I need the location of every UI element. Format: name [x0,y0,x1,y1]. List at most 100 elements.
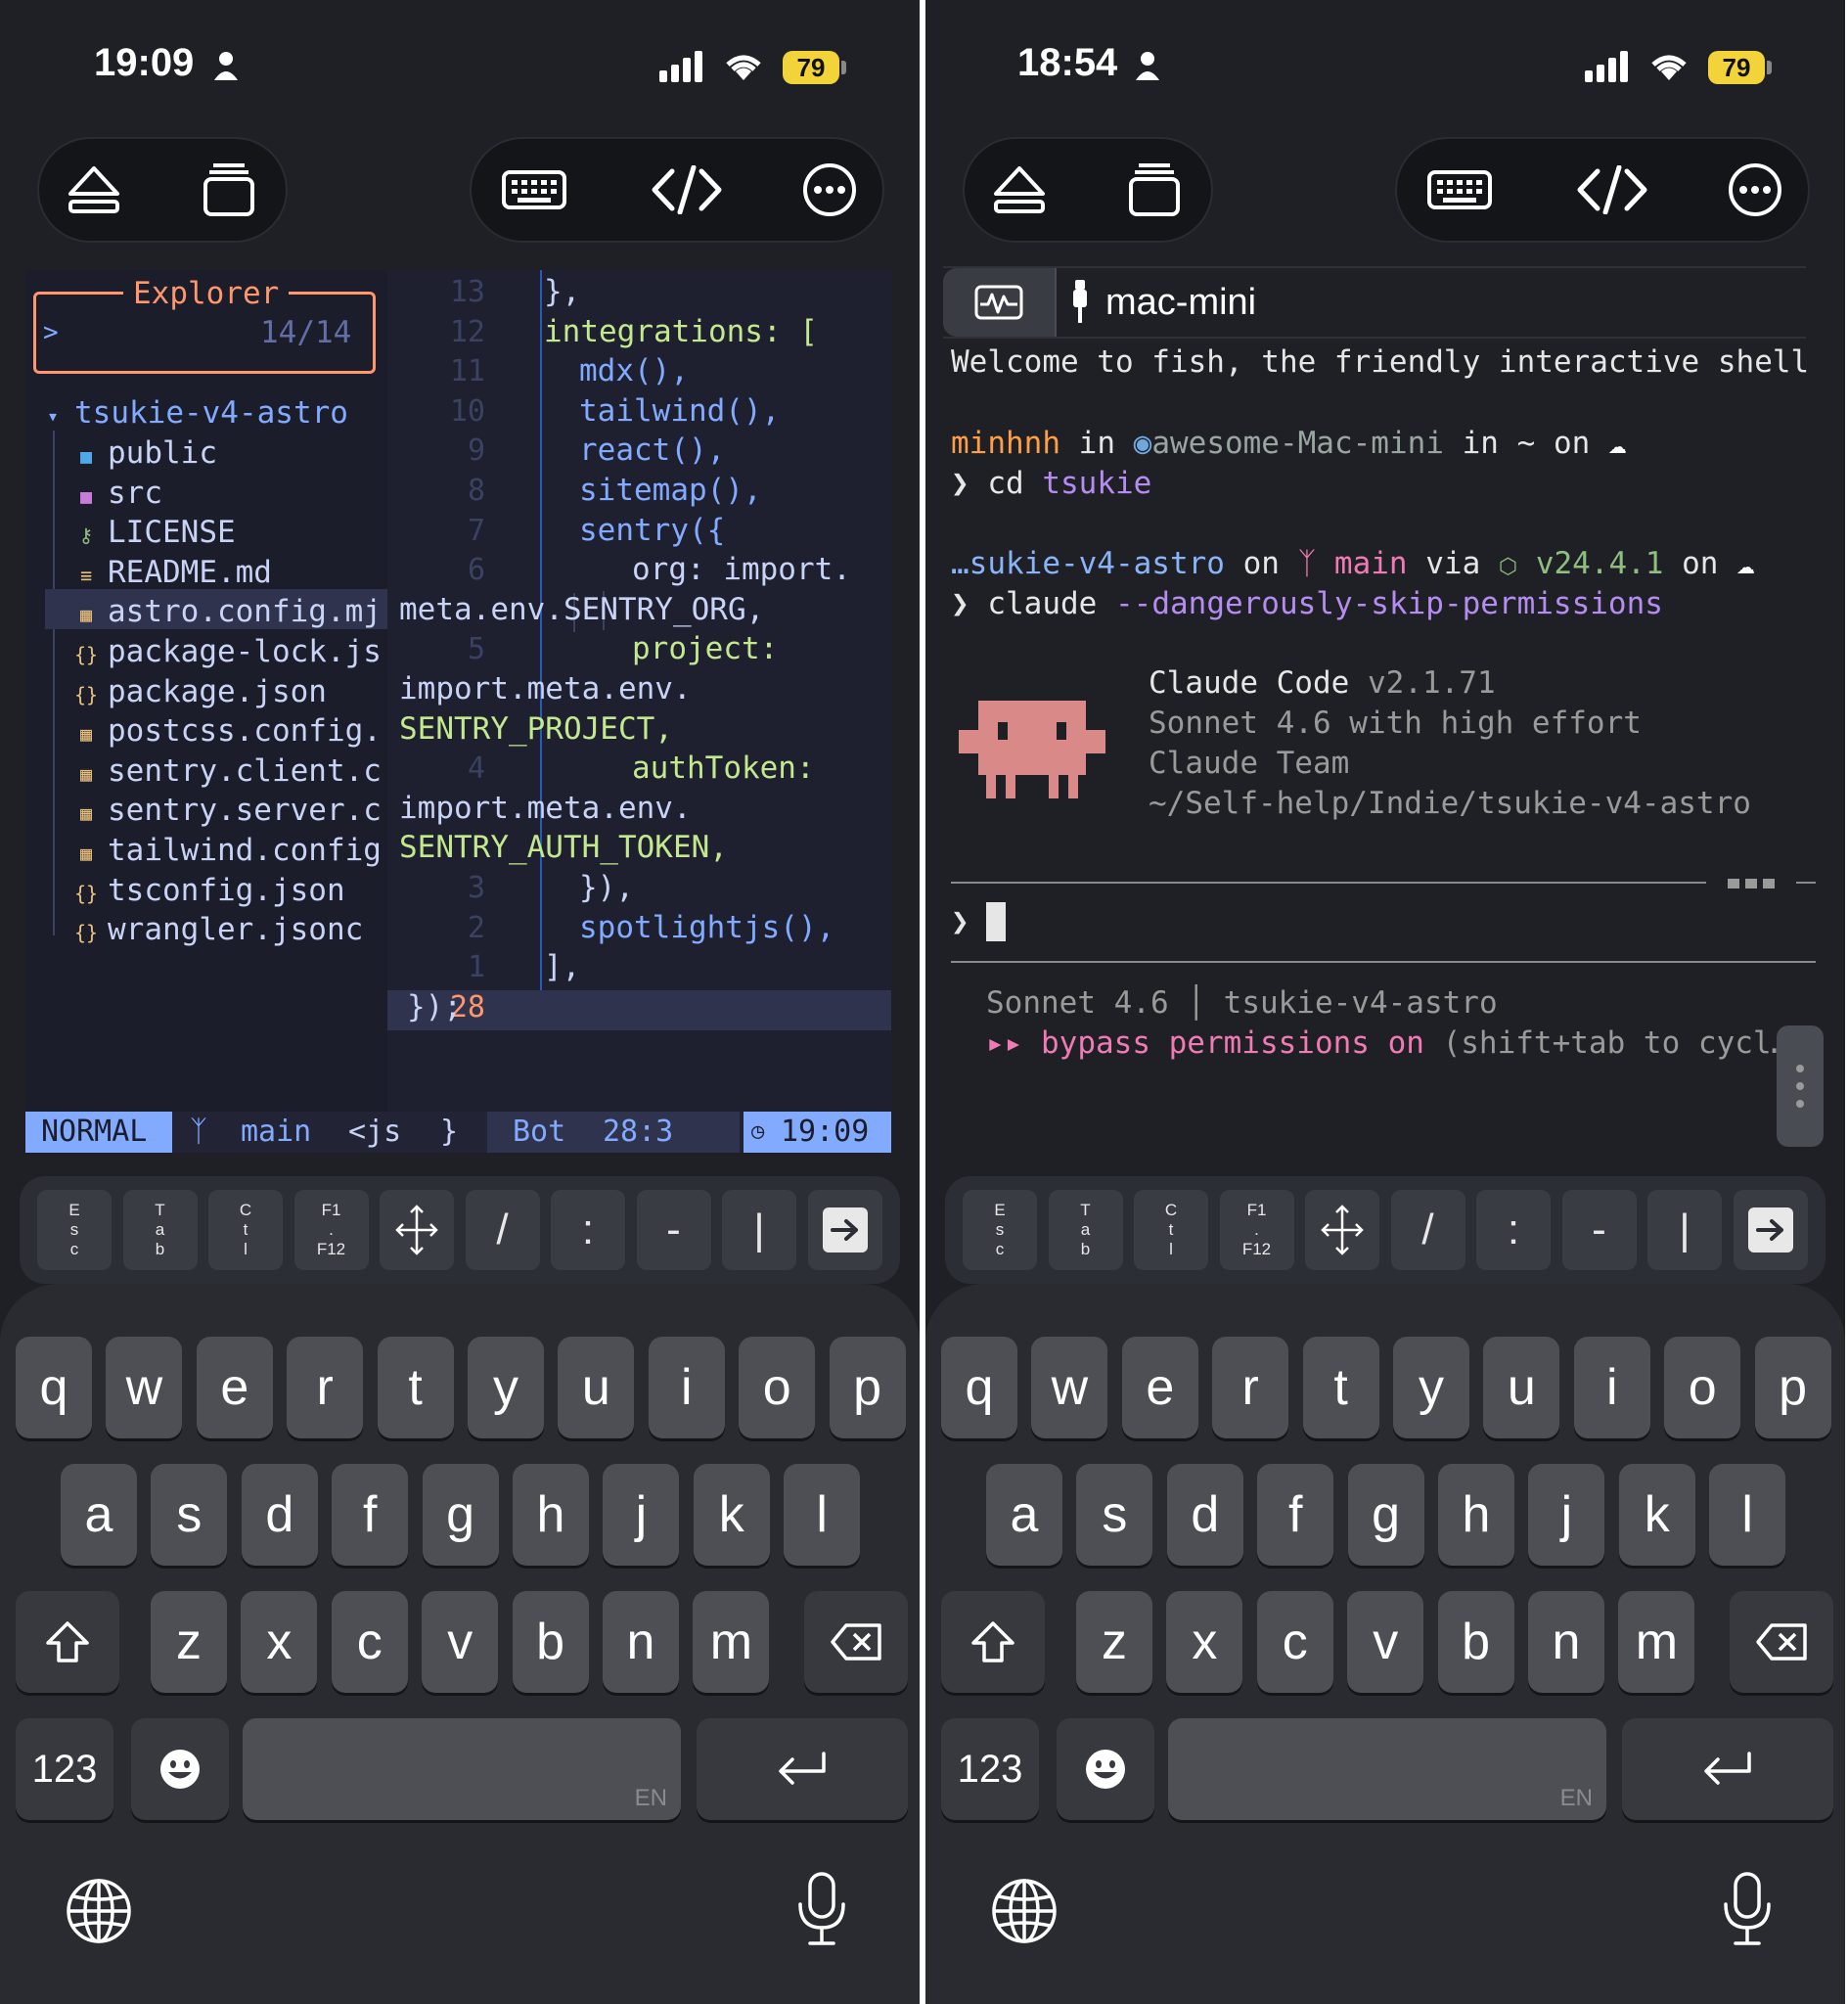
key-k[interactable]: k [1618,1464,1695,1566]
tree-item[interactable]: ■ public [72,433,217,474]
key-s[interactable]: s [1076,1464,1153,1566]
key-h[interactable]: h [1438,1464,1514,1566]
tab-key[interactable]: Tab [122,1190,198,1270]
key-d[interactable]: d [1166,1464,1243,1566]
dash-key[interactable]: - [636,1190,711,1270]
scroll-handle[interactable] [1777,1025,1824,1147]
pipe-key[interactable]: | [1647,1190,1722,1270]
key-c[interactable]: c [1256,1591,1333,1693]
code-line[interactable]: org: import. [632,550,851,590]
esc-key[interactable]: Esc [963,1190,1037,1270]
key-o[interactable]: o [739,1337,816,1438]
key-z[interactable]: z [151,1591,227,1693]
keyboard-button[interactable] [1409,139,1510,241]
slash-key[interactable]: / [1390,1190,1465,1270]
tree-item[interactable]: ▦ tailwind.config [72,831,382,871]
space-key[interactable]: EN [1168,1718,1606,1820]
key-j[interactable]: j [1528,1464,1605,1566]
code-line[interactable]: mdx(), [579,351,689,391]
key-x[interactable]: x [1166,1591,1243,1693]
tree-item[interactable]: ▦ sentry.server.c [72,791,382,831]
code-line[interactable]: sentry({ [579,511,725,551]
dash-key[interactable]: - [1561,1190,1637,1270]
tree-item[interactable]: {} tsconfig.json [72,871,345,911]
numbers-key[interactable]: 123 [16,1718,113,1820]
key-f[interactable]: f [1257,1464,1334,1566]
windows-button[interactable] [1104,139,1205,241]
code-line[interactable]: }, [544,272,580,312]
ctrl-key[interactable]: Ctl [208,1190,283,1270]
code-line[interactable]: }); [407,987,462,1027]
tree-item[interactable]: ▦ astro.config.mj [72,592,382,632]
key-l[interactable]: l [1709,1464,1786,1566]
terminal-tab-title[interactable]: mac-mini [1105,272,1256,333]
key-z[interactable]: z [1076,1591,1152,1693]
esc-key[interactable]: Esc [37,1190,112,1270]
tree-item[interactable]: ▦ postcss.config. [72,711,382,752]
enter-arrow-key[interactable] [1733,1190,1808,1270]
key-l[interactable]: l [784,1464,861,1566]
space-key[interactable]: EN [243,1718,681,1820]
key-t[interactable]: t [1302,1337,1379,1438]
more-button[interactable] [1704,139,1806,241]
key-e[interactable]: e [1121,1337,1198,1438]
code-line[interactable]: SENTRY_AUTH_TOKEN, [399,828,728,868]
tree-item[interactable]: ▦ sentry.client.c [72,752,382,792]
slash-key[interactable]: / [465,1190,540,1270]
code-line[interactable]: authToken: [632,749,815,789]
key-r[interactable]: r [287,1337,364,1438]
key-f[interactable]: f [332,1464,409,1566]
key-t[interactable]: t [377,1337,454,1438]
code-line[interactable]: }), [579,868,634,908]
colon-key[interactable]: : [1476,1190,1551,1270]
key-n[interactable]: n [1528,1591,1604,1693]
key-d[interactable]: d [241,1464,318,1566]
key-p[interactable]: p [829,1337,906,1438]
key-n[interactable]: n [603,1591,679,1693]
tree-item[interactable]: ■ src [72,474,162,514]
windows-button[interactable] [178,139,280,241]
key-u[interactable]: u [1483,1337,1560,1438]
code-line[interactable]: import.meta.env. [399,669,692,709]
key-i[interactable]: i [648,1337,725,1438]
return-key[interactable] [1622,1718,1833,1820]
tree-item[interactable]: ≡ README.md [72,553,272,593]
pipe-key[interactable]: | [722,1190,796,1270]
more-button[interactable] [779,139,880,241]
tree-root[interactable]: ▾ tsukie-v4-astro [39,393,348,433]
emoji-key[interactable] [131,1718,229,1820]
key-q[interactable]: q [16,1337,92,1438]
code-line[interactable]: integrations: [ [544,312,818,352]
globe-button[interactable] [990,1877,1059,1949]
arrows-key[interactable] [1305,1190,1379,1270]
emoji-key[interactable] [1057,1718,1154,1820]
shift-key[interactable] [941,1591,1045,1693]
code-button[interactable] [1561,139,1663,241]
key-m[interactable]: m [1618,1591,1695,1693]
key-y[interactable]: y [468,1337,544,1438]
code-line[interactable]: import.meta.env. [399,789,692,829]
key-g[interactable]: g [422,1464,499,1566]
code-line[interactable]: SENTRY_PROJECT, [399,709,673,750]
code-line[interactable]: react(), [579,431,725,471]
numbers-key[interactable]: 123 [941,1718,1039,1820]
function-keys[interactable]: F1. F12 [1219,1190,1294,1270]
code-line[interactable]: meta.env.SENTRY_ORG, [399,590,764,630]
activity-button[interactable] [943,268,1055,337]
key-o[interactable]: o [1664,1337,1741,1438]
key-x[interactable]: x [241,1591,318,1693]
function-keys[interactable]: F1. F12 [293,1190,369,1270]
key-p[interactable]: p [1754,1337,1831,1438]
arrows-key[interactable] [380,1190,454,1270]
key-e[interactable]: e [196,1337,273,1438]
key-v[interactable]: v [422,1591,499,1693]
backspace-key[interactable] [1730,1591,1833,1693]
colon-key[interactable]: : [551,1190,625,1270]
key-i[interactable]: i [1573,1337,1650,1438]
code-line[interactable]: ], [544,947,580,987]
code-button[interactable] [636,139,738,241]
code-line[interactable]: tailwind(), [579,391,780,432]
key-v[interactable]: v [1347,1591,1424,1693]
key-q[interactable]: q [941,1337,1017,1438]
return-key[interactable] [697,1718,908,1820]
